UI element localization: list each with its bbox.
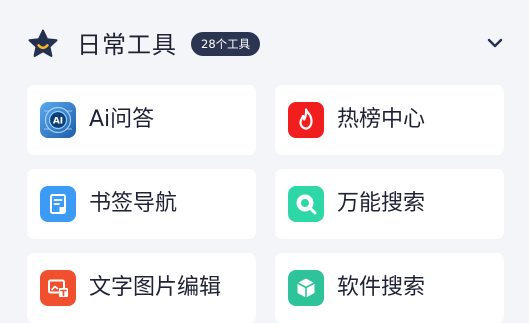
svg-text:AI: AI bbox=[53, 117, 63, 127]
tool-label: Ai问答 bbox=[89, 107, 155, 132]
image-edit-icon bbox=[40, 270, 76, 306]
cube-icon bbox=[288, 270, 324, 306]
tool-card-text-image-edit[interactable]: 文字图片编辑 bbox=[27, 253, 256, 323]
tool-label: 万能搜索 bbox=[337, 191, 426, 216]
tool-label: 软件搜索 bbox=[337, 275, 426, 300]
flame-icon bbox=[288, 102, 324, 138]
tools-section-header: 日常工具 28个工具 bbox=[0, 0, 529, 84]
star-icon bbox=[28, 29, 58, 57]
tool-card-hot-list[interactable]: 热榜中心 bbox=[275, 85, 504, 155]
section-title: 日常工具 bbox=[77, 31, 177, 59]
bookmark-icon bbox=[40, 186, 76, 222]
tool-count-badge: 28个工具 bbox=[191, 32, 261, 56]
tool-label: 书签导航 bbox=[89, 191, 178, 216]
tool-card-bookmark-nav[interactable]: 书签导航 bbox=[27, 169, 256, 239]
tool-card-software-search[interactable]: 软件搜索 bbox=[275, 253, 504, 323]
tool-card-ai-chat[interactable]: AI Ai问答 bbox=[27, 85, 256, 155]
chevron-down-icon[interactable] bbox=[482, 30, 508, 56]
magnifier-icon bbox=[288, 186, 324, 222]
tool-label: 文字图片编辑 bbox=[89, 275, 222, 300]
tool-label: 热榜中心 bbox=[337, 107, 426, 132]
ai-chat-icon: AI bbox=[40, 102, 76, 138]
tool-card-universal-search[interactable]: 万能搜索 bbox=[275, 169, 504, 239]
